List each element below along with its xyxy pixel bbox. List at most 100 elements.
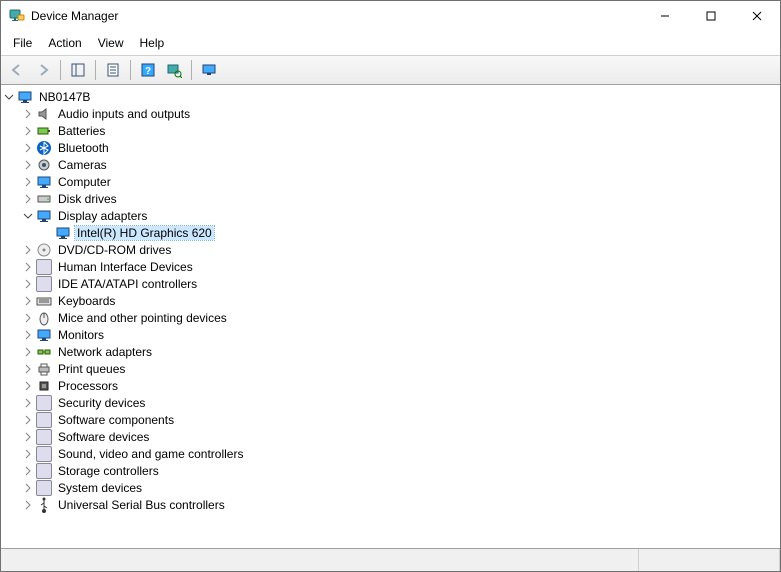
- expand-toggle[interactable]: [20, 259, 36, 275]
- tree-node-label: Audio inputs and outputs: [56, 107, 192, 121]
- toolbar-separator: [60, 60, 61, 80]
- tree-node-label: Universal Serial Bus controllers: [56, 498, 227, 512]
- tree-category-node[interactable]: Batteries: [20, 122, 780, 139]
- tree-node-label: Monitors: [56, 328, 106, 342]
- tree-category-node[interactable]: Computer: [20, 173, 780, 190]
- tree-category-node[interactable]: Monitors: [20, 326, 780, 343]
- computer-icon: [36, 174, 52, 190]
- expand-toggle[interactable]: [20, 480, 36, 496]
- expand-toggle[interactable]: [20, 327, 36, 343]
- menu-action[interactable]: Action: [40, 34, 89, 52]
- expand-toggle[interactable]: [20, 106, 36, 122]
- tree-category-node[interactable]: Display adapters: [20, 207, 780, 224]
- menu-bar: File Action View Help: [1, 31, 780, 55]
- tree-node-label: Cameras: [56, 158, 109, 172]
- tree-category-node[interactable]: System devices: [20, 479, 780, 496]
- tree-device-node[interactable]: Intel(R) HD Graphics 620: [39, 224, 780, 241]
- expand-toggle[interactable]: [20, 310, 36, 326]
- camera-icon: [36, 157, 52, 173]
- tree-node-label: Batteries: [56, 124, 107, 138]
- tree-category-node[interactable]: Human Interface Devices: [20, 258, 780, 275]
- tree-category-node[interactable]: Security devices: [20, 394, 780, 411]
- tree-node-label: Intel(R) HD Graphics 620: [75, 226, 214, 240]
- tree-category-node[interactable]: Universal Serial Bus controllers: [20, 496, 780, 513]
- network-icon: [36, 344, 52, 360]
- tree-node-label: System devices: [56, 481, 144, 495]
- sound-icon: [36, 446, 52, 462]
- toolbar-help[interactable]: ?: [136, 58, 160, 82]
- tree-root-node[interactable]: NB0147B: [1, 88, 780, 105]
- cpu-icon: [36, 378, 52, 394]
- expand-toggle[interactable]: [20, 446, 36, 462]
- minimize-button[interactable]: [642, 1, 688, 31]
- toolbar: ?: [1, 55, 780, 85]
- tree-category-node[interactable]: Processors: [20, 377, 780, 394]
- expand-toggle[interactable]: [20, 123, 36, 139]
- tree-category-node[interactable]: Sound, video and game controllers: [20, 445, 780, 462]
- menu-help[interactable]: Help: [132, 34, 173, 52]
- tree-node-label: NB0147B: [37, 90, 92, 104]
- expand-toggle[interactable]: [20, 242, 36, 258]
- tree-category-node[interactable]: Software components: [20, 411, 780, 428]
- tree-category-node[interactable]: Bluetooth: [20, 139, 780, 156]
- window-title: Device Manager: [31, 9, 642, 23]
- tree-node-label: Bluetooth: [56, 141, 111, 155]
- toolbar-display[interactable]: [197, 58, 221, 82]
- menu-view[interactable]: View: [90, 34, 132, 52]
- expand-toggle[interactable]: [20, 395, 36, 411]
- expand-toggle[interactable]: [20, 140, 36, 156]
- tree-category-node[interactable]: Network adapters: [20, 343, 780, 360]
- close-button[interactable]: [734, 1, 780, 31]
- tree-node-label: Print queues: [56, 362, 127, 376]
- security-icon: [36, 395, 52, 411]
- toolbar-show-hide-tree[interactable]: [66, 58, 90, 82]
- toolbar-scan-hardware[interactable]: [162, 58, 186, 82]
- tree-node-label: Display adapters: [56, 209, 149, 223]
- tree-category-node[interactable]: Mice and other pointing devices: [20, 309, 780, 326]
- toolbar-separator: [191, 60, 192, 80]
- expand-toggle[interactable]: [20, 429, 36, 445]
- expand-toggle[interactable]: [20, 191, 36, 207]
- tree-category-node[interactable]: Cameras: [20, 156, 780, 173]
- disk-icon: [36, 191, 52, 207]
- expand-toggle[interactable]: [20, 344, 36, 360]
- device-manager-window: Device Manager File Action View Help: [0, 0, 781, 572]
- tree-node-label: DVD/CD-ROM drives: [56, 243, 173, 257]
- toolbar-back[interactable]: [5, 58, 29, 82]
- toolbar-properties[interactable]: [101, 58, 125, 82]
- tree-category-node[interactable]: Keyboards: [20, 292, 780, 309]
- tree-category-node[interactable]: Disk drives: [20, 190, 780, 207]
- expand-toggle[interactable]: [1, 89, 17, 105]
- ide-icon: [36, 276, 52, 292]
- optical-icon: [36, 242, 52, 258]
- expand-toggle[interactable]: [20, 412, 36, 428]
- tree-category-node[interactable]: Print queues: [20, 360, 780, 377]
- tree-category-node[interactable]: Storage controllers: [20, 462, 780, 479]
- expand-toggle[interactable]: [20, 378, 36, 394]
- tree-category-node[interactable]: Software devices: [20, 428, 780, 445]
- maximize-button[interactable]: [688, 1, 734, 31]
- battery-icon: [36, 123, 52, 139]
- expand-toggle[interactable]: [20, 157, 36, 173]
- speaker-icon: [36, 106, 52, 122]
- tree-node-label: Keyboards: [56, 294, 117, 308]
- tree-node-label: Disk drives: [56, 192, 119, 206]
- system-icon: [36, 480, 52, 496]
- expand-toggle[interactable]: [20, 463, 36, 479]
- tree-category-node[interactable]: Audio inputs and outputs: [20, 105, 780, 122]
- tree-node-label: Mice and other pointing devices: [56, 311, 229, 325]
- expand-toggle[interactable]: [20, 361, 36, 377]
- expand-toggle[interactable]: [20, 208, 36, 224]
- expand-toggle[interactable]: [20, 276, 36, 292]
- expand-toggle[interactable]: [20, 497, 36, 513]
- tree-node-label: Security devices: [56, 396, 147, 410]
- device-tree[interactable]: NB0147B Audio inputs and outputs Batteries…: [1, 85, 780, 548]
- status-pane: [1, 549, 639, 571]
- menu-file[interactable]: File: [5, 34, 40, 52]
- toolbar-separator: [95, 60, 96, 80]
- toolbar-forward[interactable]: [31, 58, 55, 82]
- tree-category-node[interactable]: DVD/CD-ROM drives: [20, 241, 780, 258]
- expand-toggle[interactable]: [20, 174, 36, 190]
- expand-toggle[interactable]: [20, 293, 36, 309]
- tree-category-node[interactable]: IDE ATA/ATAPI controllers: [20, 275, 780, 292]
